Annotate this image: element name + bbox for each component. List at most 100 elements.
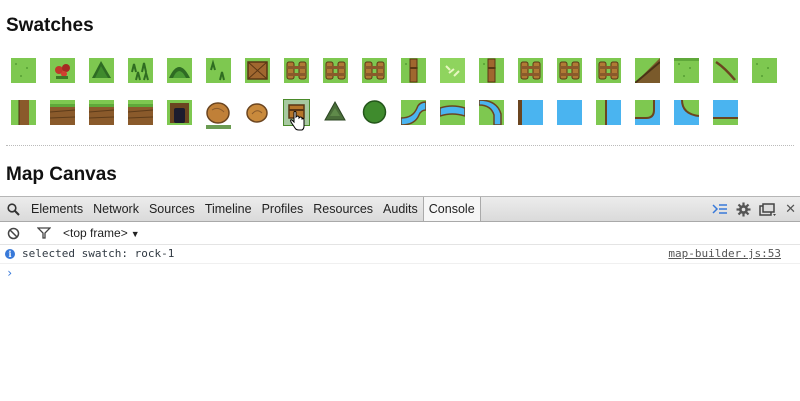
water-corner-icon bbox=[635, 100, 660, 125]
swatch-cliff-b[interactable] bbox=[50, 100, 75, 125]
sparkle-icon bbox=[440, 58, 465, 83]
swatch-cliff-a[interactable] bbox=[11, 100, 36, 125]
search-icon[interactable] bbox=[0, 202, 26, 216]
grass-edge-icon bbox=[674, 58, 699, 83]
water-corner-b-icon bbox=[674, 100, 699, 125]
bush-dark-icon bbox=[89, 58, 114, 83]
swatch-grass-plain[interactable] bbox=[752, 58, 777, 83]
fence-narrow-icon bbox=[596, 58, 621, 83]
swatch-sparkle[interactable] bbox=[440, 58, 465, 83]
filter-icon[interactable] bbox=[37, 227, 51, 239]
fence-wide-icon bbox=[518, 58, 543, 83]
cave-icon bbox=[167, 100, 192, 125]
info-icon: i bbox=[5, 249, 15, 259]
tab-profiles[interactable]: Profiles bbox=[257, 197, 309, 221]
console-prompt-line[interactable]: › bbox=[0, 264, 800, 282]
map-canvas-heading: Map Canvas bbox=[6, 164, 117, 185]
swatch-water-corner-b[interactable] bbox=[674, 100, 699, 125]
swatch-fence-narrow[interactable] bbox=[596, 58, 621, 83]
swatch-water[interactable] bbox=[557, 100, 582, 125]
swatch-fence-pair[interactable] bbox=[557, 58, 582, 83]
tree-round-icon bbox=[362, 100, 387, 125]
console-output: i selected swatch: rock-1 map-builder.js… bbox=[0, 245, 800, 282]
dock-side-icon[interactable] bbox=[759, 202, 777, 216]
close-icon[interactable]: ✕ bbox=[785, 201, 796, 217]
swatch-cliff-c[interactable] bbox=[89, 100, 114, 125]
swatch-river-h[interactable] bbox=[440, 100, 465, 125]
tab-resources[interactable]: Resources bbox=[308, 197, 378, 221]
fence-double-icon bbox=[284, 58, 309, 83]
water-edge-l-icon bbox=[518, 100, 543, 125]
swatch-fence-post-double[interactable] bbox=[362, 58, 387, 83]
grass-tuft-icon bbox=[128, 58, 153, 83]
swatch-row-2 bbox=[11, 99, 752, 126]
swatch-sprout[interactable] bbox=[206, 58, 231, 83]
swatch-grass-edge[interactable] bbox=[674, 58, 699, 83]
console-message-text: selected swatch: rock-1 bbox=[22, 247, 175, 260]
swatch-grass-tuft[interactable] bbox=[128, 58, 153, 83]
swatch-cliff-d[interactable] bbox=[128, 100, 153, 125]
swatch-post[interactable] bbox=[401, 58, 426, 83]
console-source-link[interactable]: map-builder.js:53 bbox=[668, 245, 781, 263]
console-message: i selected swatch: rock-1 map-builder.js… bbox=[0, 245, 800, 264]
swatch-fern[interactable] bbox=[167, 58, 192, 83]
river-bend-icon bbox=[401, 100, 426, 125]
swatch-cave[interactable] bbox=[167, 100, 192, 125]
cliff-b-icon bbox=[50, 100, 75, 125]
devtools-tabbar: Elements Network Sources Timeline Profiles Re… bbox=[0, 197, 800, 222]
clear-console-icon[interactable] bbox=[7, 227, 20, 240]
post-icon bbox=[401, 58, 426, 83]
swatch-water-bottom[interactable] bbox=[713, 100, 738, 125]
water-bottom-icon bbox=[713, 100, 738, 125]
swatch-crate[interactable] bbox=[245, 58, 270, 83]
swatch-tree-pine[interactable] bbox=[323, 100, 348, 125]
tab-network[interactable]: Network bbox=[88, 197, 144, 221]
cliff-c-icon bbox=[89, 100, 114, 125]
tab-audits[interactable]: Audits bbox=[378, 197, 423, 221]
swatch-fence-wide[interactable] bbox=[518, 58, 543, 83]
devtools-toolbar-right: ✕ bbox=[712, 197, 796, 221]
tab-timeline[interactable]: Timeline bbox=[200, 197, 257, 221]
swatch-post-single[interactable] bbox=[479, 58, 504, 83]
swatch-row-1 bbox=[11, 58, 791, 83]
console-toolbar: <top frame> ▼ bbox=[0, 222, 800, 245]
tab-elements[interactable]: Elements bbox=[26, 197, 88, 221]
tree-pine-icon bbox=[323, 100, 348, 125]
crate-icon bbox=[245, 58, 270, 83]
drawer-toggle-icon[interactable] bbox=[712, 203, 728, 215]
swatch-slope[interactable] bbox=[635, 58, 660, 83]
swatch-bush-dark[interactable] bbox=[89, 58, 114, 83]
swatch-grass[interactable] bbox=[11, 58, 36, 83]
swatch-rock-2[interactable] bbox=[245, 100, 270, 125]
water-edge-r-icon bbox=[596, 100, 621, 125]
fence-icon bbox=[323, 58, 348, 83]
swatch-water-edge-l[interactable] bbox=[518, 100, 543, 125]
swatch-river-bend[interactable] bbox=[401, 100, 426, 125]
prompt-chevron-icon: › bbox=[6, 266, 14, 280]
swatch-rock-1[interactable] bbox=[206, 100, 231, 125]
chevron-down-icon: ▼ bbox=[130, 229, 140, 239]
slope-icon bbox=[635, 58, 660, 83]
frame-selector-label: <top frame> bbox=[63, 226, 128, 240]
gear-icon[interactable] bbox=[736, 202, 751, 217]
fern-icon bbox=[167, 58, 192, 83]
cliff-d-icon bbox=[128, 100, 153, 125]
devtools-tabs: Elements Network Sources Timeline Profiles Re… bbox=[26, 197, 481, 221]
swatch-tree-round[interactable] bbox=[362, 100, 387, 125]
fence-pair-icon bbox=[557, 58, 582, 83]
tab-console[interactable]: Console bbox=[422, 197, 481, 221]
swatches-heading: Swatches bbox=[6, 15, 94, 36]
tab-sources[interactable]: Sources bbox=[144, 197, 200, 221]
river-curve-icon bbox=[479, 100, 504, 125]
swatch-water-corner[interactable] bbox=[635, 100, 660, 125]
swatch-water-edge-r[interactable] bbox=[596, 100, 621, 125]
post-single-icon bbox=[479, 58, 504, 83]
section-divider bbox=[6, 145, 794, 146]
swatch-fence[interactable] bbox=[323, 58, 348, 83]
swatch-flower[interactable] bbox=[50, 58, 75, 83]
cliff-a-icon bbox=[11, 100, 36, 125]
frame-selector[interactable]: <top frame> ▼ bbox=[63, 226, 140, 240]
swatch-river-curve[interactable] bbox=[479, 100, 504, 125]
swatch-root[interactable] bbox=[713, 58, 738, 83]
swatch-fence-double[interactable] bbox=[284, 58, 309, 83]
